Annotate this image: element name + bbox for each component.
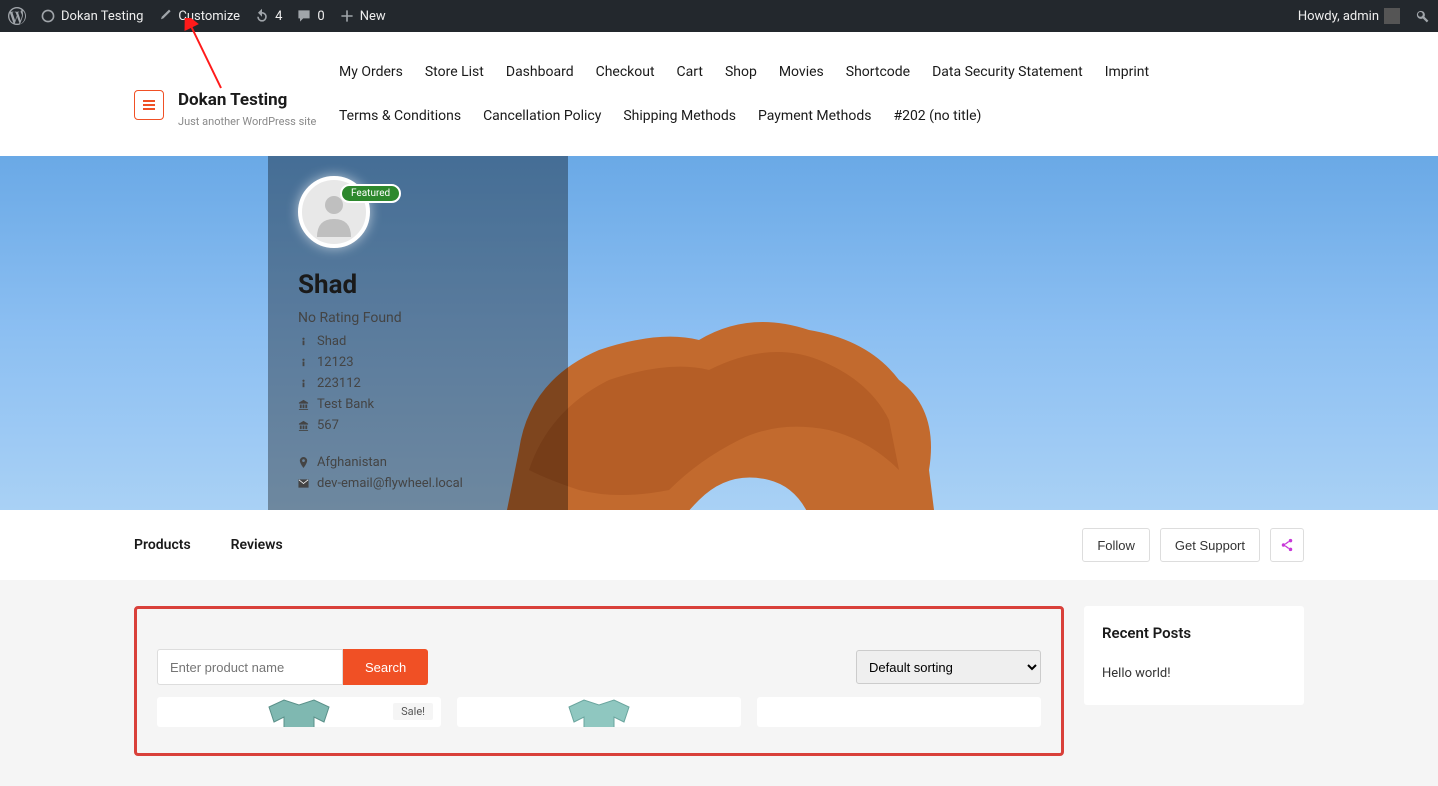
avatar-icon [1384, 8, 1400, 24]
share-icon [1280, 538, 1294, 552]
product-card[interactable] [757, 697, 1041, 727]
tab-reviews[interactable]: Reviews [231, 537, 283, 553]
updates-count: 4 [275, 9, 282, 24]
nav-checkout[interactable]: Checkout [585, 50, 666, 94]
product-search-input[interactable] [157, 649, 343, 685]
admin-search-icon[interactable] [1414, 8, 1430, 24]
nav-dashboard[interactable]: Dashboard [495, 50, 585, 94]
store-info-value1: 12123 [298, 355, 538, 370]
customize-link[interactable]: Customize [157, 8, 240, 24]
nav-my-orders[interactable]: My Orders [328, 50, 414, 94]
email-icon [298, 478, 309, 489]
product-image [239, 697, 359, 727]
store-name: Shad [298, 270, 538, 300]
bank-icon [298, 399, 309, 410]
bank-icon [298, 420, 309, 431]
share-button[interactable] [1270, 528, 1304, 562]
sale-badge: Sale! [393, 703, 433, 720]
site-header: Dokan Testing Just another WordPress sit… [134, 32, 1304, 156]
store-info-name: Shad [298, 334, 538, 349]
nav-store-list[interactable]: Store List [414, 50, 495, 94]
store-email: dev-email@flywheel.local [298, 476, 538, 491]
wp-admin-bar: Dokan Testing Customize 4 0 New Howdy, a… [0, 0, 1438, 32]
nav-cancellation[interactable]: Cancellation Policy [472, 94, 612, 138]
admin-site-link[interactable]: Dokan Testing [40, 8, 143, 24]
wp-logo-icon[interactable] [8, 7, 26, 25]
get-support-button[interactable]: Get Support [1160, 528, 1260, 562]
follow-button[interactable]: Follow [1082, 528, 1150, 562]
no-rating-text: No Rating Found [298, 310, 538, 326]
mobile-menu-toggle[interactable] [134, 90, 164, 120]
store-info-value2: 223112 [298, 376, 538, 391]
featured-badge: Featured [340, 184, 401, 203]
main-nav: My Orders Store List Dashboard Checkout … [328, 50, 1304, 138]
store-bank-code: 567 [298, 418, 538, 433]
location-icon [298, 457, 309, 468]
store-tabs-row: Products Reviews Follow Get Support [134, 510, 1304, 580]
howdy-link[interactable]: Howdy, admin [1298, 8, 1400, 24]
product-card[interactable]: Sale! [157, 697, 441, 727]
nav-cart[interactable]: Cart [666, 50, 714, 94]
store-bank-name: Test Bank [298, 397, 538, 412]
nav-202[interactable]: #202 (no title) [882, 94, 992, 138]
store-banner: Featured Shad No Rating Found Shad 12123… [0, 156, 1438, 510]
info-icon [298, 378, 309, 389]
nav-movies[interactable]: Movies [768, 50, 835, 94]
admin-site-name: Dokan Testing [61, 9, 143, 24]
nav-imprint[interactable]: Imprint [1094, 50, 1160, 94]
nav-payment[interactable]: Payment Methods [747, 94, 882, 138]
search-button[interactable]: Search [343, 649, 428, 685]
recent-posts-widget: Recent Posts Hello world! [1084, 606, 1304, 705]
info-icon [298, 336, 309, 347]
banner-background [0, 156, 1438, 510]
comments-count: 0 [317, 9, 324, 24]
product-card[interactable] [457, 697, 741, 727]
nav-terms[interactable]: Terms & Conditions [328, 94, 472, 138]
nav-shipping[interactable]: Shipping Methods [612, 94, 747, 138]
howdy-text: Howdy, admin [1298, 9, 1379, 24]
comments-link[interactable]: 0 [296, 8, 324, 24]
updates-link[interactable]: 4 [254, 8, 282, 24]
new-label: New [360, 9, 386, 24]
recent-post-link[interactable]: Hello world! [1102, 666, 1286, 681]
widget-title: Recent Posts [1102, 624, 1286, 642]
sort-select[interactable]: Default sorting [856, 650, 1041, 684]
info-icon [298, 357, 309, 368]
tab-products[interactable]: Products [134, 537, 191, 553]
nav-shortcode[interactable]: Shortcode [835, 50, 921, 94]
nav-shop[interactable]: Shop [714, 50, 768, 94]
nav-data-security[interactable]: Data Security Statement [921, 50, 1094, 94]
site-tagline: Just another WordPress site [178, 114, 328, 129]
product-image [539, 697, 659, 727]
new-link[interactable]: New [339, 8, 386, 24]
store-location: Afghanistan [298, 455, 538, 470]
customize-label: Customize [178, 9, 240, 24]
search-sort-highlight: Search Default sorting Sale! [134, 606, 1064, 756]
store-info-panel: Featured Shad No Rating Found Shad 12123… [268, 156, 568, 510]
site-title[interactable]: Dokan Testing [178, 90, 328, 110]
